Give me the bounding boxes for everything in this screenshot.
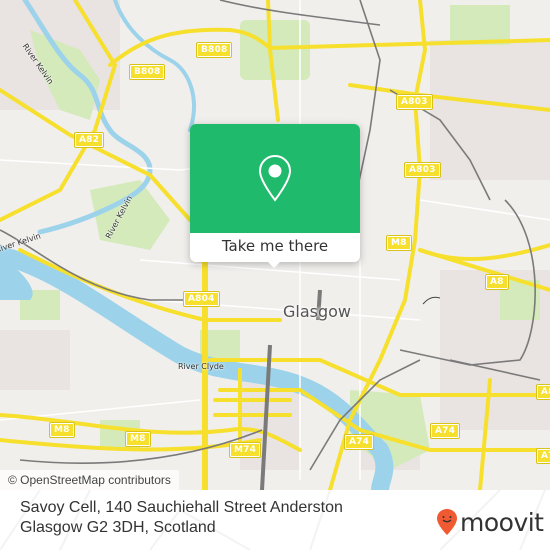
road-shield-a803-north: A803 [396,94,433,110]
road-shield-m8-east: M8 [386,235,412,251]
location-popup: Take me there [190,124,360,268]
city-label-glasgow: Glasgow [283,302,352,321]
location-pin-icon [258,154,292,202]
road-shield-m74: M74 [228,442,262,458]
footer: Savoy Cell, 140 Sauchiehall Street Ander… [0,490,550,550]
road-shield-m8-mid: M8 [125,431,151,447]
take-me-there-button[interactable]: Take me there [190,233,360,262]
road-shield-a803-south: A803 [404,162,441,178]
moovit-wordmark: moovit [460,507,544,537]
road-shield-b808-west: B808 [128,64,166,80]
road-shield-b808-east: B808 [195,42,233,58]
road-shield-a82: A82 [73,132,105,148]
road-shield-a8-east: A8 [485,274,509,290]
map-canvas[interactable]: B808 B808 A82 A803 A803 M8 A8 A804 M8 M8… [0,0,550,490]
popup-header [190,124,360,233]
road-shield-a8-southeast: A8 [536,384,550,400]
label-river-clyde: River Clyde [178,362,224,371]
map-attribution[interactable]: © OpenStreetMap contributors [0,470,179,490]
road-shield-a804: A804 [183,291,220,307]
address-text: Savoy Cell, 140 Sauchiehall Street Ander… [20,499,343,536]
road-shield-m8-west: M8 [49,422,75,438]
road-shield-a74-west: A74 [343,434,375,450]
road-shield-a74-east: A74 [535,448,550,464]
road-shield-a74-mid: A74 [429,423,461,439]
popup-pointer [265,259,283,268]
path-marker [422,296,441,305]
moovit-smiley-pin-icon [437,509,457,535]
moovit-logo[interactable]: moovit [436,508,544,536]
